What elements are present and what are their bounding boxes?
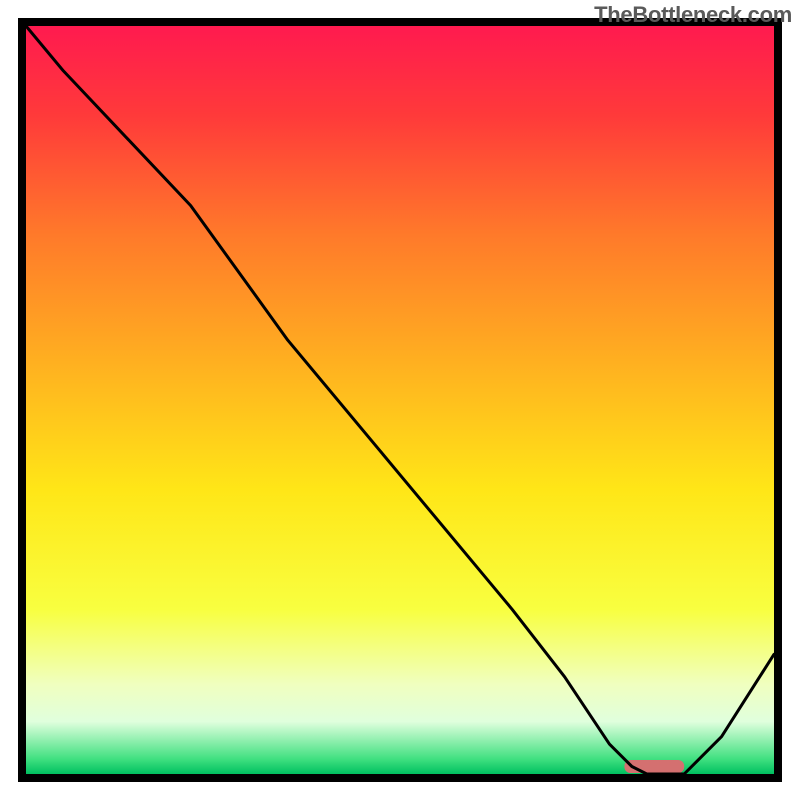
attribution-text: TheBottleneck.com: [594, 2, 792, 28]
bottleneck-chart: TheBottleneck.com: [0, 0, 800, 800]
chart-svg: [0, 0, 800, 800]
plot-background: [26, 26, 774, 774]
